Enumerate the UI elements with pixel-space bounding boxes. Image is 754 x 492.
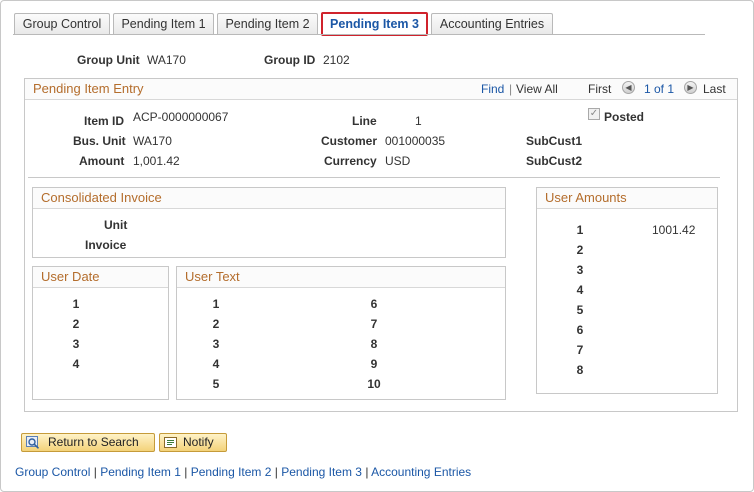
row-number: 1 <box>576 223 584 237</box>
row-number: 6 <box>576 323 584 337</box>
divider <box>28 177 720 178</box>
separator: | <box>274 465 278 479</box>
panel-title: User Text <box>185 269 240 284</box>
footer-link-pending-item-2[interactable]: Pending Item 2 <box>191 465 272 479</box>
separator: | <box>93 465 97 479</box>
group-id-value: 2102 <box>323 53 350 67</box>
group-unit-label: Group Unit <box>77 53 140 67</box>
tab-label: Pending Item 2 <box>225 17 310 31</box>
user-amount-1-value: 1001.42 <box>652 223 696 237</box>
bus-unit-value: WA170 <box>133 134 172 148</box>
row-number: 4 <box>576 283 584 297</box>
row-number: 7 <box>370 317 378 331</box>
tab-pending-item-3[interactable]: Pending Item 3 <box>321 12 428 36</box>
footer-link-group-control[interactable]: Group Control <box>15 465 90 479</box>
tab-accounting-entries[interactable]: Accounting Entries <box>431 13 553 34</box>
separator: | <box>509 82 513 96</box>
panel-header: User Date <box>33 267 168 288</box>
previous-icon[interactable]: ◀ <box>622 81 635 94</box>
separator: | <box>365 465 369 479</box>
row-number: 5 <box>576 303 584 317</box>
currency-value: USD <box>385 154 411 168</box>
item-id-value: ACP-0000000067 <box>133 110 229 124</box>
row-number: 3 <box>212 337 220 351</box>
tab-label: Pending Item 3 <box>330 17 419 31</box>
row-number: 1 <box>72 297 80 311</box>
find-link[interactable]: Find <box>481 82 504 96</box>
row-number: 7 <box>576 343 584 357</box>
panel-title: User Date <box>41 269 100 284</box>
row-number: 4 <box>212 357 220 371</box>
line-label: Line <box>352 114 377 128</box>
return-to-search-label: Return to Search <box>48 435 139 449</box>
line-value: 1 <box>415 114 422 128</box>
amount-label: Amount <box>79 154 125 168</box>
tab-label: Accounting Entries <box>439 17 545 31</box>
tab-pending-item-1[interactable]: Pending Item 1 <box>113 13 214 34</box>
user-text-numbers-left: 1 2 3 4 5 <box>206 296 226 396</box>
row-number: 2 <box>72 317 80 331</box>
panel-title: User Amounts <box>545 190 627 205</box>
row-number: 2 <box>212 317 220 331</box>
row-number: 8 <box>576 363 584 377</box>
tab-label: Pending Item 1 <box>121 17 206 31</box>
row-number: 3 <box>576 263 584 277</box>
unit-label: Unit <box>104 218 128 232</box>
user-text-numbers-right: 6 7 8 9 10 <box>362 296 386 396</box>
currency-label: Currency <box>324 154 377 168</box>
row-number: 10 <box>367 377 381 391</box>
customer-value: 001000035 <box>385 134 446 148</box>
return-to-search-button[interactable]: Return to Search <box>21 433 155 452</box>
bus-unit-label: Bus. Unit <box>73 134 126 148</box>
subcust1-label: SubCust1 <box>526 134 583 148</box>
panel-header: User Amounts <box>537 188 717 209</box>
search-icon <box>26 436 40 449</box>
row-number: 8 <box>370 337 378 351</box>
last-label: Last <box>703 82 726 96</box>
footer-link-accounting-entries[interactable]: Accounting Entries <box>371 465 471 479</box>
separator: | <box>184 465 188 479</box>
row-number: 5 <box>212 377 220 391</box>
customer-label: Customer <box>321 134 378 148</box>
user-date-panel: User Date <box>32 266 169 400</box>
first-label: First <box>588 82 612 96</box>
posted-label: Posted <box>604 110 645 124</box>
tab-underline <box>13 34 705 35</box>
footer-link-pending-item-3[interactable]: Pending Item 3 <box>281 465 362 479</box>
invoice-label: Invoice <box>85 238 127 252</box>
subcust2-label: SubCust2 <box>526 154 583 168</box>
footer-link-pending-item-1[interactable]: Pending Item 1 <box>100 465 181 479</box>
tab-label: Group Control <box>22 17 102 31</box>
user-date-numbers: 1 2 3 4 <box>66 296 86 376</box>
row-number: 6 <box>370 297 378 311</box>
item-id-label: Item ID <box>84 114 125 128</box>
row-number: 9 <box>370 357 378 371</box>
row-number: 1 <box>212 297 220 311</box>
row-number: 2 <box>576 243 584 257</box>
user-amounts-panel: User Amounts <box>536 187 718 394</box>
posted-checkbox: ✓ <box>588 108 600 120</box>
panel-header: Consolidated Invoice <box>33 188 505 209</box>
user-amounts-numbers: 1 2 3 4 5 6 7 8 <box>570 222 590 382</box>
amount-value: 1,001.42 <box>133 154 180 168</box>
row-number: 3 <box>72 337 80 351</box>
group-unit-value: WA170 <box>147 53 186 67</box>
group-id-label: Group ID <box>264 53 316 67</box>
next-icon[interactable]: ▶ <box>684 81 697 94</box>
notify-icon <box>164 437 177 448</box>
row-number: 4 <box>72 357 80 371</box>
panel-header: User Text <box>177 267 505 288</box>
panel-title: Consolidated Invoice <box>41 190 162 205</box>
tab-group-control[interactable]: Group Control <box>14 13 110 34</box>
view-all-link[interactable]: View All <box>516 82 558 96</box>
tab-pending-item-2[interactable]: Pending Item 2 <box>217 13 318 34</box>
notify-button[interactable]: Notify <box>159 433 227 452</box>
panel-title: Pending Item Entry <box>33 81 144 96</box>
notify-label: Notify <box>183 435 214 449</box>
pager-count: 1 of 1 <box>644 82 675 96</box>
footer-links: Group Control | Pending Item 1 | Pending… <box>15 465 471 479</box>
